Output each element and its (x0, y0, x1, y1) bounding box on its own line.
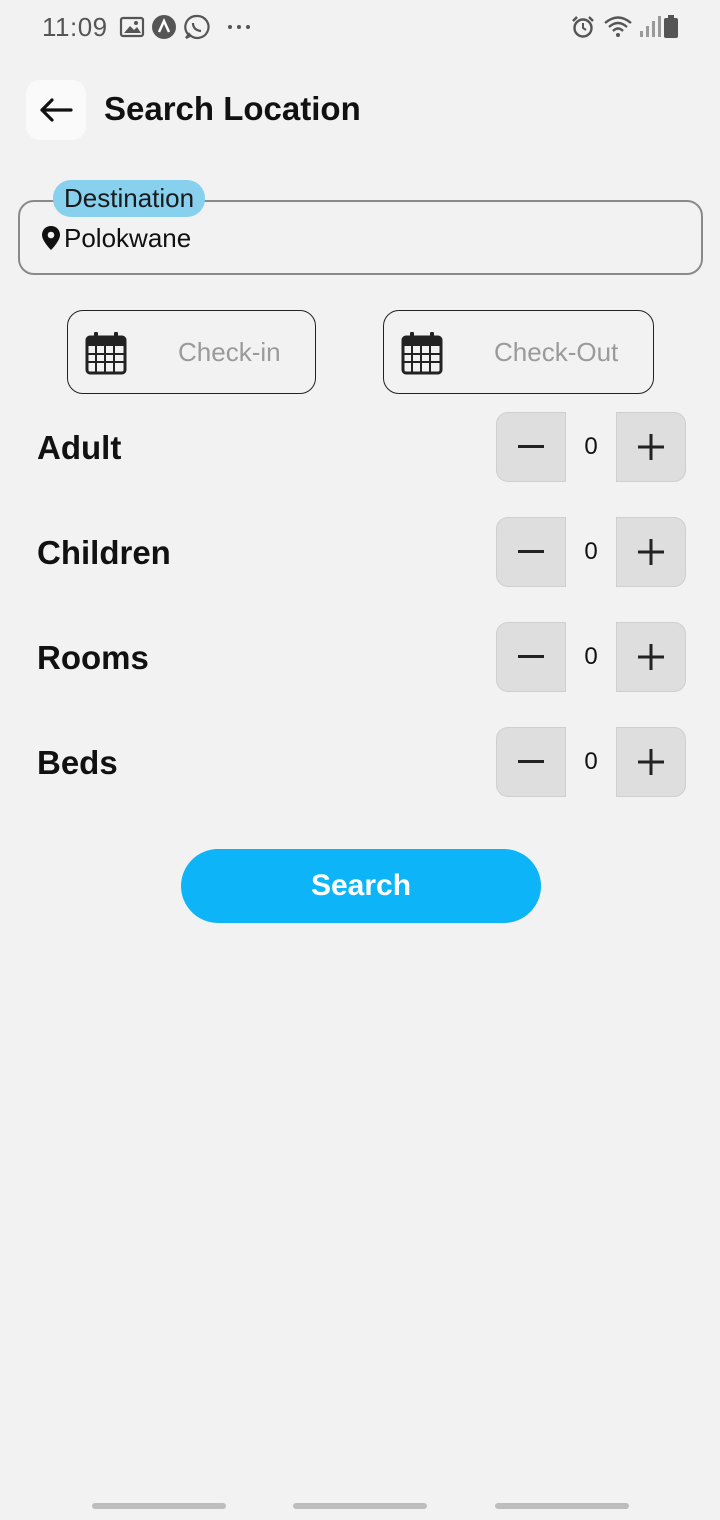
increment-button[interactable] (616, 517, 686, 587)
whatsapp-icon (184, 14, 210, 40)
counter-label: Beds (37, 744, 118, 781)
counter-row-rooms: Rooms 0 (0, 622, 720, 694)
arrow-left-icon (40, 98, 73, 122)
minus-icon (518, 760, 544, 763)
alarm-icon (572, 16, 594, 38)
app-a-icon (152, 15, 176, 39)
minus-icon (518, 445, 544, 448)
plus-icon (638, 434, 664, 460)
counter-label: Adult (37, 429, 122, 466)
minus-icon (518, 550, 544, 553)
nav-home-hint[interactable] (293, 1503, 427, 1509)
check-out-label: Check-Out (494, 337, 619, 367)
decrement-button[interactable] (496, 517, 566, 587)
increment-button[interactable] (616, 412, 686, 482)
destination-label: Destination (53, 180, 206, 217)
increment-button[interactable] (616, 727, 686, 797)
decrement-button[interactable] (496, 727, 566, 797)
counter-label: Children (37, 534, 171, 571)
calendar-icon (401, 332, 443, 375)
counter-value: 0 (584, 643, 598, 670)
back-button[interactable] (26, 80, 86, 140)
counter-row-children: Children 0 (0, 517, 720, 589)
counter-row-beds: Beds 0 (0, 727, 720, 799)
plus-icon (638, 539, 664, 565)
counter-value: 0 (584, 433, 598, 460)
status-time: 11:09 (42, 12, 108, 42)
status-bar: 11:09 (0, 0, 720, 56)
minus-icon (518, 655, 544, 658)
search-button[interactable]: Search (181, 849, 541, 923)
counter-row-adult: Adult 0 (0, 412, 720, 484)
battery-icon (664, 15, 678, 38)
counter-label: Rooms (37, 639, 149, 676)
counter-value: 0 (584, 748, 598, 775)
nav-back-hint[interactable] (495, 1503, 629, 1509)
nav-recents-hint[interactable] (92, 1503, 226, 1509)
increment-button[interactable] (616, 622, 686, 692)
plus-icon (638, 644, 664, 670)
counter-value: 0 (584, 538, 598, 565)
decrement-button[interactable] (496, 622, 566, 692)
plus-icon (638, 749, 664, 775)
gallery-icon (119, 16, 145, 38)
location-pin-icon (42, 226, 60, 250)
more-dots-icon (228, 25, 250, 29)
check-in-button[interactable]: Check-in (67, 310, 316, 394)
signal-icon (640, 16, 661, 37)
page-title: Search Location (104, 90, 361, 127)
calendar-icon (85, 332, 127, 375)
check-out-button[interactable]: Check-Out (383, 310, 654, 394)
check-in-label: Check-in (178, 337, 281, 367)
destination-value: Polokwane (64, 223, 192, 253)
decrement-button[interactable] (496, 412, 566, 482)
wifi-icon (604, 16, 632, 37)
